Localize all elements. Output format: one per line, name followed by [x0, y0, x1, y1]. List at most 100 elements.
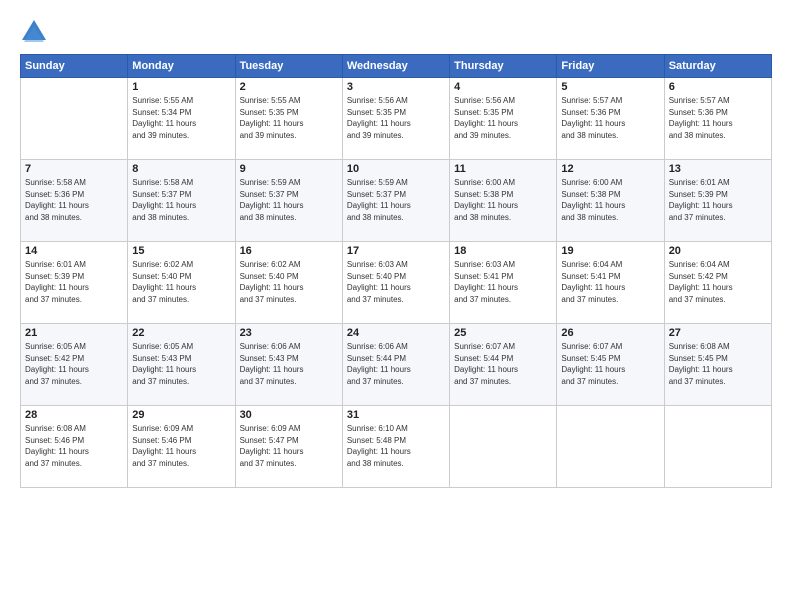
day-cell: 12Sunrise: 6:00 AM Sunset: 5:38 PM Dayli… [557, 160, 664, 242]
day-cell: 15 Sunrise: 6:02 AM Sunset: 5:40 PM Dayli… [128, 242, 235, 324]
day-number: 19 [561, 245, 659, 257]
day-info: Sunrise: 6:05 AM Sunset: 5:43 PM Dayligh… [132, 341, 230, 387]
day-number: 3 [347, 81, 445, 93]
day-cell: 16 Sunrise: 6:02 AM Sunset: 5:40 PM Dayli… [235, 242, 342, 324]
day-number: 10 [347, 163, 445, 175]
day-number: 29 [132, 409, 230, 421]
day-info: Sunrise: 6:08 AM Sunset: 5:46 PM Dayligh… [25, 423, 123, 469]
day-info: Sunrise: 5:56 AM Sunset: 5:35 PM Dayligh… [347, 95, 445, 141]
day-cell: 3 Sunrise: 5:56 AM Sunset: 5:35 PM Daylig… [342, 78, 449, 160]
day-number: 24 [347, 327, 445, 339]
day-number: 18 [454, 245, 552, 257]
day-info: Sunrise: 6:09 AM Sunset: 5:47 PM Dayligh… [240, 423, 338, 469]
day-number: 15 [132, 245, 230, 257]
day-cell: 23 Sunrise: 6:06 AM Sunset: 5:43 PM Dayli… [235, 324, 342, 406]
day-number: 21 [25, 327, 123, 339]
day-number: 22 [132, 327, 230, 339]
day-number: 30 [240, 409, 338, 421]
day-cell: 18 Sunrise: 6:03 AM Sunset: 5:41 PM Dayli… [450, 242, 557, 324]
day-info: Sunrise: 6:02 AM Sunset: 5:40 PM Dayligh… [132, 259, 230, 305]
day-info: Sunrise: 5:58 AM Sunset: 5:36 PM Dayligh… [25, 177, 123, 223]
day-cell [557, 406, 664, 488]
day-header-thursday: Thursday [450, 55, 557, 78]
day-info: Sunrise: 6:09 AM Sunset: 5:46 PM Dayligh… [132, 423, 230, 469]
day-cell: 27 Sunrise: 6:08 AM Sunset: 5:45 PM Dayli… [664, 324, 771, 406]
day-number: 4 [454, 81, 552, 93]
day-cell: 24Sunrise: 6:06 AM Sunset: 5:44 PM Dayli… [342, 324, 449, 406]
day-cell: 31 Sunrise: 6:10 AM Sunset: 5:48 PM Dayli… [342, 406, 449, 488]
page: SundayMondayTuesdayWednesdayThursdayFrid… [0, 0, 792, 612]
day-cell: 6 Sunrise: 5:57 AM Sunset: 5:36 PM Daylig… [664, 78, 771, 160]
logo-icon [20, 18, 48, 46]
day-info: Sunrise: 6:05 AM Sunset: 5:42 PM Dayligh… [25, 341, 123, 387]
day-cell [450, 406, 557, 488]
day-cell: 7 Sunrise: 5:58 AM Sunset: 5:36 PM Daylig… [21, 160, 128, 242]
day-info: Sunrise: 6:01 AM Sunset: 5:39 PM Dayligh… [669, 177, 767, 223]
day-cell: 21 Sunrise: 6:05 AM Sunset: 5:42 PM Dayli… [21, 324, 128, 406]
day-cell: 4Sunrise: 5:56 AM Sunset: 5:35 PM Daylig… [450, 78, 557, 160]
day-number: 25 [454, 327, 552, 339]
day-cell: 28 Sunrise: 6:08 AM Sunset: 5:46 PM Dayli… [21, 406, 128, 488]
day-info: Sunrise: 5:59 AM Sunset: 5:37 PM Dayligh… [240, 177, 338, 223]
day-info: Sunrise: 6:00 AM Sunset: 5:38 PM Dayligh… [454, 177, 552, 223]
day-header-sunday: Sunday [21, 55, 128, 78]
day-cell: 10 Sunrise: 5:59 AM Sunset: 5:37 PM Dayli… [342, 160, 449, 242]
day-number: 12 [561, 163, 659, 175]
day-info: Sunrise: 5:57 AM Sunset: 5:36 PM Dayligh… [669, 95, 767, 141]
header-row: SundayMondayTuesdayWednesdayThursdayFrid… [21, 55, 772, 78]
day-info: Sunrise: 6:04 AM Sunset: 5:42 PM Dayligh… [669, 259, 767, 305]
day-cell: 14Sunrise: 6:01 AM Sunset: 5:39 PM Dayli… [21, 242, 128, 324]
day-info: Sunrise: 6:04 AM Sunset: 5:41 PM Dayligh… [561, 259, 659, 305]
week-row-4: 21 Sunrise: 6:05 AM Sunset: 5:42 PM Dayli… [21, 324, 772, 406]
day-cell: 29 Sunrise: 6:09 AM Sunset: 5:46 PM Dayli… [128, 406, 235, 488]
day-info: Sunrise: 5:55 AM Sunset: 5:35 PM Dayligh… [240, 95, 338, 141]
day-info: Sunrise: 5:59 AM Sunset: 5:37 PM Dayligh… [347, 177, 445, 223]
day-cell: 13 Sunrise: 6:01 AM Sunset: 5:39 PM Dayli… [664, 160, 771, 242]
day-info: Sunrise: 6:08 AM Sunset: 5:45 PM Dayligh… [669, 341, 767, 387]
day-info: Sunrise: 6:03 AM Sunset: 5:40 PM Dayligh… [347, 259, 445, 305]
day-info: Sunrise: 6:02 AM Sunset: 5:40 PM Dayligh… [240, 259, 338, 305]
day-info: Sunrise: 5:58 AM Sunset: 5:37 PM Dayligh… [132, 177, 230, 223]
day-header-friday: Friday [557, 55, 664, 78]
day-number: 6 [669, 81, 767, 93]
day-number: 20 [669, 245, 767, 257]
day-cell: 1 Sunrise: 5:55 AM Sunset: 5:34 PM Daylig… [128, 78, 235, 160]
day-number: 16 [240, 245, 338, 257]
day-cell: 20 Sunrise: 6:04 AM Sunset: 5:42 PM Dayli… [664, 242, 771, 324]
day-header-saturday: Saturday [664, 55, 771, 78]
day-cell: 30 Sunrise: 6:09 AM Sunset: 5:47 PM Dayli… [235, 406, 342, 488]
day-number: 26 [561, 327, 659, 339]
day-number: 13 [669, 163, 767, 175]
day-cell: 17 Sunrise: 6:03 AM Sunset: 5:40 PM Dayli… [342, 242, 449, 324]
day-cell: 25 Sunrise: 6:07 AM Sunset: 5:44 PM Dayli… [450, 324, 557, 406]
header [20, 18, 772, 46]
day-number: 7 [25, 163, 123, 175]
day-cell: 22 Sunrise: 6:05 AM Sunset: 5:43 PM Dayli… [128, 324, 235, 406]
day-number: 27 [669, 327, 767, 339]
day-number: 28 [25, 409, 123, 421]
day-info: Sunrise: 6:03 AM Sunset: 5:41 PM Dayligh… [454, 259, 552, 305]
day-number: 23 [240, 327, 338, 339]
day-info: Sunrise: 6:06 AM Sunset: 5:43 PM Dayligh… [240, 341, 338, 387]
day-info: Sunrise: 6:01 AM Sunset: 5:39 PM Dayligh… [25, 259, 123, 305]
day-cell: 8 Sunrise: 5:58 AM Sunset: 5:37 PM Daylig… [128, 160, 235, 242]
day-info: Sunrise: 5:55 AM Sunset: 5:34 PM Dayligh… [132, 95, 230, 141]
day-cell: 26 Sunrise: 6:07 AM Sunset: 5:45 PM Dayli… [557, 324, 664, 406]
week-row-2: 7 Sunrise: 5:58 AM Sunset: 5:36 PM Daylig… [21, 160, 772, 242]
day-cell: 9 Sunrise: 5:59 AM Sunset: 5:37 PM Daylig… [235, 160, 342, 242]
day-info: Sunrise: 6:07 AM Sunset: 5:44 PM Dayligh… [454, 341, 552, 387]
day-number: 17 [347, 245, 445, 257]
day-number: 9 [240, 163, 338, 175]
day-cell: 11Sunrise: 6:00 AM Sunset: 5:38 PM Dayli… [450, 160, 557, 242]
day-info: Sunrise: 6:07 AM Sunset: 5:45 PM Dayligh… [561, 341, 659, 387]
day-info: Sunrise: 5:57 AM Sunset: 5:36 PM Dayligh… [561, 95, 659, 141]
day-number: 8 [132, 163, 230, 175]
day-cell: 2Sunrise: 5:55 AM Sunset: 5:35 PM Daylig… [235, 78, 342, 160]
week-row-1: 1 Sunrise: 5:55 AM Sunset: 5:34 PM Daylig… [21, 78, 772, 160]
day-info: Sunrise: 6:10 AM Sunset: 5:48 PM Dayligh… [347, 423, 445, 469]
day-number: 1 [132, 81, 230, 93]
day-header-tuesday: Tuesday [235, 55, 342, 78]
calendar-table: SundayMondayTuesdayWednesdayThursdayFrid… [20, 54, 772, 488]
day-number: 31 [347, 409, 445, 421]
day-number: 5 [561, 81, 659, 93]
